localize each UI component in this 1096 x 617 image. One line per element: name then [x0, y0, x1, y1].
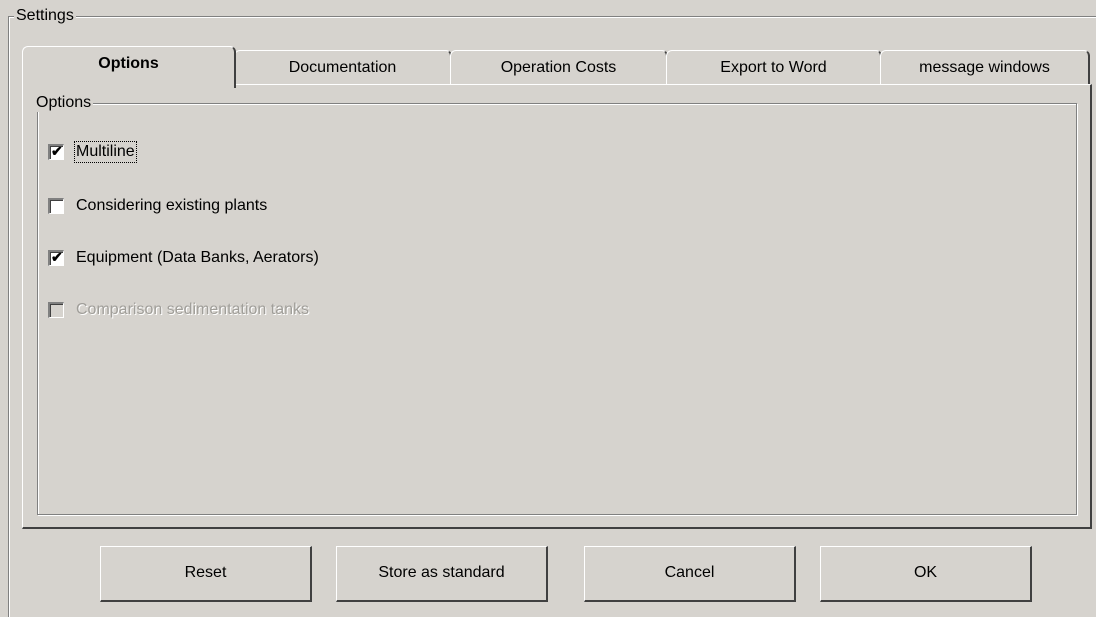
comparison-sedimentation-tanks-checkbox	[48, 302, 64, 318]
tab-export-to-word[interactable]: Export to Word	[666, 50, 882, 84]
multiline-checkbox[interactable]: ✔	[48, 143, 64, 160]
option-considering-existing-plants[interactable]: Considering existing plants	[48, 196, 267, 216]
tab-operation-costs[interactable]: Operation Costs	[450, 50, 668, 84]
considering-existing-plants-label: Considering existing plants	[76, 197, 268, 214]
comparison-sedimentation-tanks-label: Comparison sedimentation tanks	[76, 301, 310, 318]
tab-documentation[interactable]: Documentation	[234, 50, 452, 84]
considering-existing-plants-checkbox[interactable]	[48, 198, 64, 214]
equipment-label: Equipment (Data Banks, Aerators)	[76, 249, 319, 266]
options-group-title: Options	[34, 94, 94, 112]
settings-group-title: Settings	[14, 7, 76, 25]
equipment-checkbox[interactable]: ✔	[48, 249, 64, 266]
tab-strip: Options Documentation Operation Costs Ex…	[22, 46, 1096, 88]
tab-message-windows[interactable]: message windows	[880, 50, 1090, 84]
check-icon: ✔	[51, 143, 63, 159]
cancel-button[interactable]: Cancel	[584, 546, 796, 602]
tab-options[interactable]: Options	[22, 46, 236, 88]
store-as-standard-button[interactable]: Store as standard	[336, 546, 548, 602]
check-icon: ✔	[51, 249, 63, 265]
option-equipment[interactable]: ✔ Equipment (Data Banks, Aerators)	[48, 248, 319, 268]
multiline-label: Multiline	[74, 141, 137, 163]
option-multiline[interactable]: ✔ Multiline	[48, 141, 137, 163]
reset-button[interactable]: Reset	[100, 546, 312, 602]
ok-button[interactable]: OK	[820, 546, 1032, 602]
option-comparison-sedimentation-tanks: Comparison sedimentation tanks	[48, 300, 309, 320]
